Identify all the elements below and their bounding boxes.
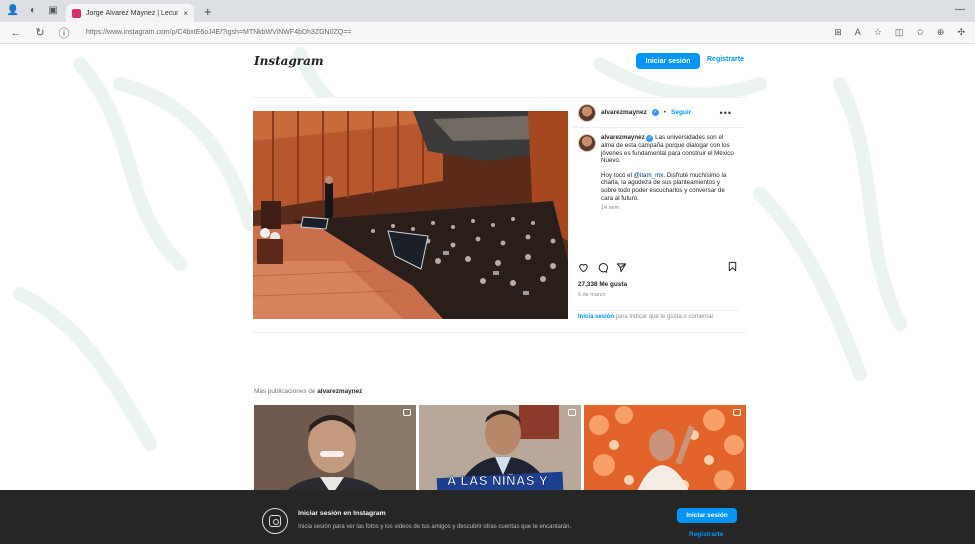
login-to-comment: Inicia sesión para indicar que te gusta … [578, 310, 738, 321]
save-bookmark-icon[interactable] [727, 261, 738, 272]
browser-tab-active[interactable]: Jorge Álvarez Máynez | Lecum × [66, 4, 194, 22]
browser-address-bar: ← ↻ ⓘ https://www.instagram.com/p/C4bxtE… [0, 22, 975, 44]
caption: alvarezmaynez ✓ Las universidades son el… [578, 134, 738, 213]
read-aloud-icon[interactable]: A [855, 27, 861, 38]
comment-icon[interactable] [597, 262, 608, 273]
post-actions [578, 260, 738, 274]
caption-verified-badge-icon: ✓ [646, 135, 654, 142]
site-info-icon[interactable]: ⓘ [58, 25, 70, 41]
tab-close-icon[interactable]: × [183, 9, 188, 18]
collections-icon[interactable]: ⊕ [937, 27, 945, 38]
more-posts-prefix: Más publicaciones de [254, 388, 318, 395]
banner-login-button[interactable]: Iniciar sesión [677, 508, 737, 523]
tab-actions-icon[interactable]: ▣ [46, 4, 60, 18]
more-posts-username[interactable]: alvarezmaynez [317, 388, 362, 395]
reload-icon[interactable]: ↻ [34, 26, 46, 39]
likes-count[interactable]: 27,338 Me gusta [578, 281, 627, 288]
instagram-glyph-icon [262, 508, 288, 534]
favorite-star-icon[interactable]: ☆ [874, 27, 882, 38]
reel-icon [568, 409, 576, 416]
instagram-favicon-icon [72, 8, 81, 18]
like-heart-icon[interactable] [578, 262, 589, 273]
reel-icon [733, 409, 741, 416]
tab-title: Jorge Álvarez Máynez | Lecum [86, 9, 179, 17]
post-photo[interactable] [253, 111, 568, 319]
caption-paragraph-2-prefix: Hoy tocó el [601, 171, 634, 179]
login-to-comment-link[interactable]: Inicia sesión [578, 314, 614, 320]
banner-register-link[interactable]: Registrarte [689, 531, 723, 538]
banner-subtitle: Inicia sesión para ver las fotos y los v… [298, 524, 572, 530]
reel-icon [403, 409, 411, 416]
share-send-icon[interactable] [616, 262, 627, 273]
browser-tab-bar: 👤 ◐ ▣ Jorge Álvarez Máynez | Lecum × + — [0, 0, 975, 22]
extensions-icon[interactable]: ◐ [26, 4, 40, 18]
thumbnail-overlay-text: A LAS NIÑAS Y [447, 473, 549, 489]
instagram-logo[interactable]: Instagram [254, 54, 324, 68]
url-field[interactable]: https://www.instagram.com/p/C4bxtE6oJ4E/… [86, 29, 351, 36]
login-to-comment-text: para indicar que te gusta o comentar. [614, 314, 715, 320]
author-username[interactable]: alvarezmaynez [601, 109, 647, 116]
caption-username[interactable]: alvarezmaynez [601, 134, 645, 141]
login-banner [0, 490, 975, 544]
auditorium-photo [253, 111, 568, 319]
favorites-icon[interactable]: ✩ [916, 27, 924, 38]
new-tab-button[interactable]: + [204, 4, 212, 19]
app-available-icon[interactable]: ⊞ [834, 27, 842, 38]
separator-dot: • [663, 109, 666, 116]
follow-button[interactable]: Seguir [671, 109, 691, 116]
caption-avatar[interactable] [578, 134, 596, 152]
verified-badge-icon: ✓ [651, 109, 659, 116]
split-screen-icon[interactable]: ◫ [895, 27, 904, 38]
caption-mention-link[interactable]: @itam_mx [634, 172, 664, 179]
post-sidebar: alvarezmaynez ✓ • Seguir ••• alvarezmayn… [572, 98, 744, 334]
post-date: 6 de marzo [578, 292, 606, 298]
back-arrow-icon[interactable]: ← [10, 27, 22, 39]
extensions-puzzle-icon[interactable]: ✣ [957, 27, 965, 38]
caption-time-ago: 14 sem [601, 205, 620, 212]
register-link[interactable]: Registrarte [707, 56, 744, 63]
post-header: alvarezmaynez ✓ • Seguir ••• [572, 98, 744, 128]
caption-text: alvarezmaynez ✓ Las universidades son el… [601, 134, 735, 213]
profile-icon[interactable]: 👤 [6, 4, 20, 18]
banner-title: Iniciar sesión en Instagram [298, 510, 386, 517]
login-button[interactable]: Iniciar sesión [636, 53, 700, 69]
browser-toolbar: ⊞ A ☆ ◫ ✩ ⊕ ✣ [834, 27, 965, 38]
author-avatar[interactable] [578, 103, 596, 122]
window-minimize-button[interactable]: — [955, 4, 965, 15]
post-card: alvarezmaynez ✓ • Seguir ••• alvarezmayn… [252, 97, 746, 333]
more-posts-heading: Más publicaciones de alvarezmaynez [254, 388, 362, 395]
more-options-icon[interactable]: ••• [720, 108, 732, 118]
